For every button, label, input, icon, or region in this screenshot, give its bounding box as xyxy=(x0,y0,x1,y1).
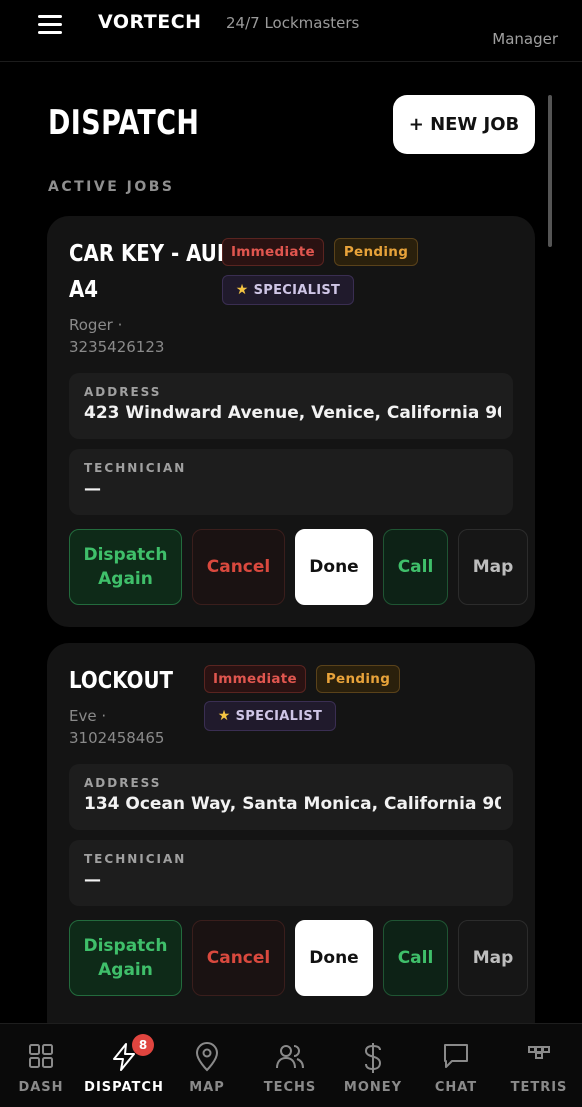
cancel-button[interactable]: Cancel xyxy=(192,529,285,605)
job-actions: Dispatch Again Cancel Done Call Map xyxy=(69,529,535,607)
status-badge: Pending xyxy=(334,238,418,266)
job-title-line: CAR KEY - AUDI xyxy=(69,241,241,267)
job-card: LOCKOUT Immediate Pending ★ SPECIALIST E… xyxy=(47,643,535,1023)
address-label: ADDRESS xyxy=(84,385,162,399)
map-button[interactable]: Map xyxy=(458,529,528,605)
customer-info: Roger · 3235426123 xyxy=(69,314,164,358)
notification-badge: 8 xyxy=(132,1034,154,1056)
address-field: ADDRESS 134 Ocean Way, Santa Monica, Cal… xyxy=(69,764,513,830)
urgency-badge: Immediate xyxy=(204,665,306,693)
address-field: ADDRESS 423 Windward Avenue, Venice, Cal… xyxy=(69,373,513,439)
nav-item-tetris[interactable]: TETRIS xyxy=(499,1024,579,1107)
address-label: ADDRESS xyxy=(84,776,162,790)
top-bar: VORTECH 24/7 Lockmasters Manager xyxy=(0,0,582,62)
dispatch-again-button[interactable]: Dispatch Again xyxy=(69,529,182,605)
technician-value: — xyxy=(84,479,101,499)
address-value: 423 Windward Avenue, Venice, California … xyxy=(84,403,501,423)
customer-name: Eve · xyxy=(69,707,107,725)
brand-tagline: 24/7 Lockmasters xyxy=(226,14,360,32)
status-badge: Pending xyxy=(316,665,400,693)
section-label-active-jobs: ACTIVE JOBS xyxy=(48,179,175,195)
chat-icon xyxy=(416,1042,496,1072)
main-content[interactable]: DISPATCH + NEW JOB ACTIVE JOBS CAR KEY -… xyxy=(0,63,582,1023)
specialist-badge: ★ SPECIALIST xyxy=(222,275,354,305)
page-title: DISPATCH xyxy=(48,103,200,143)
nav-label: TETRIS xyxy=(510,1080,568,1095)
customer-phone[interactable]: 3102458465 xyxy=(69,727,164,749)
star-icon: ★ xyxy=(235,282,249,298)
dollar-icon xyxy=(333,1042,413,1073)
tetris-icon xyxy=(499,1042,579,1072)
map-button[interactable]: Map xyxy=(458,920,528,996)
dispatch-again-label: Again xyxy=(98,960,153,980)
job-actions: Dispatch Again Cancel Done Call Map xyxy=(69,920,535,998)
dispatch-again-label: Dispatch xyxy=(83,545,168,565)
job-title-line: LOCKOUT xyxy=(69,668,174,694)
customer-name: Roger · xyxy=(69,316,123,334)
new-job-button[interactable]: + NEW JOB xyxy=(393,95,535,154)
user-role[interactable]: Manager xyxy=(492,30,558,48)
nav-item-dispatch[interactable]: 8 DISPATCH xyxy=(84,1024,164,1107)
address-value: 134 Ocean Way, Santa Monica, California … xyxy=(84,794,501,814)
hamburger-menu-icon[interactable] xyxy=(38,15,62,35)
technician-field: TECHNICIAN — xyxy=(69,840,513,906)
job-card: CAR KEY - AUDI A4 Immediate Pending ★ SP… xyxy=(47,216,535,627)
technician-label: TECHNICIAN xyxy=(84,461,187,475)
nav-item-map[interactable]: MAP xyxy=(167,1024,247,1107)
call-button[interactable]: Call xyxy=(383,529,448,605)
done-button[interactable]: Done xyxy=(295,529,373,605)
nav-item-chat[interactable]: CHAT xyxy=(416,1024,496,1107)
map-pin-icon xyxy=(167,1042,247,1072)
nav-item-money[interactable]: MONEY xyxy=(333,1024,413,1107)
dispatch-again-label: Again xyxy=(98,569,153,589)
bottom-nav: DASH 8 DISPATCH MAP TECHS MONEY CHAT TET… xyxy=(0,1023,582,1107)
customer-phone[interactable]: 3235426123 xyxy=(69,336,164,358)
call-button[interactable]: Call xyxy=(383,920,448,996)
technician-field: TECHNICIAN — xyxy=(69,449,513,515)
dispatch-again-label: Dispatch xyxy=(83,936,168,956)
scrollbar[interactable] xyxy=(548,95,552,247)
job-title-line: A4 xyxy=(69,277,99,303)
star-icon: ★ xyxy=(217,708,231,724)
users-icon xyxy=(250,1042,330,1072)
nav-item-dash[interactable]: DASH xyxy=(1,1024,81,1107)
specialist-badge: ★ SPECIALIST xyxy=(204,701,336,731)
done-button[interactable]: Done xyxy=(295,920,373,996)
nav-item-techs[interactable]: TECHS xyxy=(250,1024,330,1107)
specialist-label: SPECIALIST xyxy=(235,708,323,724)
dispatch-again-button[interactable]: Dispatch Again xyxy=(69,920,182,996)
technician-label: TECHNICIAN xyxy=(84,852,187,866)
brand-logo: VORTECH xyxy=(98,11,202,33)
specialist-label: SPECIALIST xyxy=(253,282,341,298)
job-title: LOCKOUT xyxy=(69,663,173,699)
job-title: CAR KEY - AUDI A4 xyxy=(69,236,241,308)
grid-icon xyxy=(1,1042,81,1072)
cancel-button[interactable]: Cancel xyxy=(192,920,285,996)
technician-value: — xyxy=(84,870,101,890)
urgency-badge: Immediate xyxy=(222,238,324,266)
customer-info: Eve · 3102458465 xyxy=(69,705,164,749)
